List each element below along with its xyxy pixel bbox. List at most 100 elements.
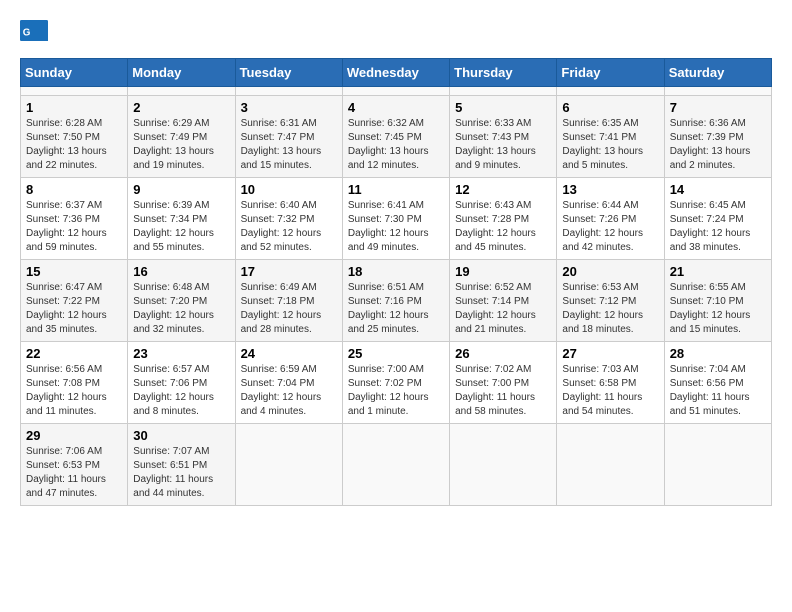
calendar-cell: 26 Sunrise: 7:02 AMSunset: 7:00 PMDayligh… [450, 342, 557, 424]
day-number: 15 [26, 264, 122, 279]
day-detail: Sunrise: 7:07 AMSunset: 6:51 PMDaylight:… [133, 445, 229, 501]
day-number: 8 [26, 182, 122, 197]
calendar-cell: 22 Sunrise: 6:56 AMSunset: 7:08 PMDayligh… [21, 342, 128, 424]
day-number: 1 [26, 100, 122, 115]
day-header-saturday: Saturday [664, 59, 771, 87]
calendar-week-row: 29 Sunrise: 7:06 AMSunset: 6:53 PMDayligh… [21, 424, 772, 506]
calendar-cell [664, 87, 771, 96]
calendar-cell: 19 Sunrise: 6:52 AMSunset: 7:14 PMDayligh… [450, 260, 557, 342]
calendar-cell: 25Sunrise: 7:00 AMSunset: 7:02 PMDayligh… [342, 342, 449, 424]
calendar-week-row [21, 87, 772, 96]
day-number: 13 [562, 182, 658, 197]
logo: G [20, 20, 52, 48]
day-detail: Sunrise: 7:02 AMSunset: 7:00 PMDaylight:… [455, 363, 551, 419]
day-number: 16 [133, 264, 229, 279]
calendar-cell: 9 Sunrise: 6:39 AMSunset: 7:34 PMDaylight… [128, 178, 235, 260]
calendar-cell [557, 424, 664, 506]
day-number: 10 [241, 182, 337, 197]
day-detail: Sunrise: 6:41 AMSunset: 7:30 PMDaylight:… [348, 199, 444, 255]
calendar-cell: 7 Sunrise: 6:36 AMSunset: 7:39 PMDaylight… [664, 96, 771, 178]
day-detail: Sunrise: 6:40 AMSunset: 7:32 PMDaylight:… [241, 199, 337, 255]
calendar-cell: 11 Sunrise: 6:41 AMSunset: 7:30 PMDayligh… [342, 178, 449, 260]
day-detail: Sunrise: 6:29 AMSunset: 7:49 PMDaylight:… [133, 117, 229, 173]
day-header-wednesday: Wednesday [342, 59, 449, 87]
day-detail: Sunrise: 6:48 AMSunset: 7:20 PMDaylight:… [133, 281, 229, 337]
day-detail: Sunrise: 6:52 AMSunset: 7:14 PMDaylight:… [455, 281, 551, 337]
calendar-cell: 8 Sunrise: 6:37 AMSunset: 7:36 PMDaylight… [21, 178, 128, 260]
calendar-cell: 30 Sunrise: 7:07 AMSunset: 6:51 PMDayligh… [128, 424, 235, 506]
calendar-cell [342, 424, 449, 506]
calendar-cell [664, 424, 771, 506]
day-number: 20 [562, 264, 658, 279]
calendar-cell: 16 Sunrise: 6:48 AMSunset: 7:20 PMDayligh… [128, 260, 235, 342]
calendar-cell: 27 Sunrise: 7:03 AMSunset: 6:58 PMDayligh… [557, 342, 664, 424]
day-detail: Sunrise: 6:35 AMSunset: 7:41 PMDaylight:… [562, 117, 658, 173]
calendar-cell: 5 Sunrise: 6:33 AMSunset: 7:43 PMDaylight… [450, 96, 557, 178]
calendar-cell: 2Sunrise: 6:29 AMSunset: 7:49 PMDaylight… [128, 96, 235, 178]
day-detail: Sunrise: 7:00 AMSunset: 7:02 PMDaylight:… [348, 363, 444, 419]
day-number: 30 [133, 428, 229, 443]
page-header: G [20, 20, 772, 48]
calendar-cell: 14Sunrise: 6:45 AMSunset: 7:24 PMDayligh… [664, 178, 771, 260]
calendar-cell [235, 87, 342, 96]
day-detail: Sunrise: 6:31 AMSunset: 7:47 PMDaylight:… [241, 117, 337, 173]
day-number: 3 [241, 100, 337, 115]
day-number: 5 [455, 100, 551, 115]
day-number: 11 [348, 182, 444, 197]
calendar-cell: 3 Sunrise: 6:31 AMSunset: 7:47 PMDaylight… [235, 96, 342, 178]
calendar-cell [21, 87, 128, 96]
day-number: 4 [348, 100, 444, 115]
calendar-week-row: 15 Sunrise: 6:47 AMSunset: 7:22 PMDayligh… [21, 260, 772, 342]
calendar-cell [450, 424, 557, 506]
calendar-cell: 20 Sunrise: 6:53 AMSunset: 7:12 PMDayligh… [557, 260, 664, 342]
day-number: 22 [26, 346, 122, 361]
calendar-week-row: 8 Sunrise: 6:37 AMSunset: 7:36 PMDaylight… [21, 178, 772, 260]
day-number: 14 [670, 182, 766, 197]
day-number: 27 [562, 346, 658, 361]
day-detail: Sunrise: 6:37 AMSunset: 7:36 PMDaylight:… [26, 199, 122, 255]
calendar-cell: 13 Sunrise: 6:44 AMSunset: 7:26 PMDayligh… [557, 178, 664, 260]
day-number: 9 [133, 182, 229, 197]
day-detail: Sunrise: 7:03 AMSunset: 6:58 PMDaylight:… [562, 363, 658, 419]
day-number: 12 [455, 182, 551, 197]
day-number: 29 [26, 428, 122, 443]
day-detail: Sunrise: 6:32 AMSunset: 7:45 PMDaylight:… [348, 117, 444, 173]
calendar-cell: 6 Sunrise: 6:35 AMSunset: 7:41 PMDaylight… [557, 96, 664, 178]
day-number: 17 [241, 264, 337, 279]
calendar-cell: 23Sunrise: 6:57 AMSunset: 7:06 PMDayligh… [128, 342, 235, 424]
day-detail: Sunrise: 6:47 AMSunset: 7:22 PMDaylight:… [26, 281, 122, 337]
calendar-week-row: 22 Sunrise: 6:56 AMSunset: 7:08 PMDayligh… [21, 342, 772, 424]
day-detail: Sunrise: 6:43 AMSunset: 7:28 PMDaylight:… [455, 199, 551, 255]
day-number: 6 [562, 100, 658, 115]
day-number: 21 [670, 264, 766, 279]
day-number: 19 [455, 264, 551, 279]
day-detail: Sunrise: 6:39 AMSunset: 7:34 PMDaylight:… [133, 199, 229, 255]
day-header-sunday: Sunday [21, 59, 128, 87]
day-detail: Sunrise: 6:44 AMSunset: 7:26 PMDaylight:… [562, 199, 658, 255]
calendar-cell: 17Sunrise: 6:49 AMSunset: 7:18 PMDayligh… [235, 260, 342, 342]
day-header-monday: Monday [128, 59, 235, 87]
calendar-cell: 1 Sunrise: 6:28 AMSunset: 7:50 PMDaylight… [21, 96, 128, 178]
day-header-tuesday: Tuesday [235, 59, 342, 87]
day-detail: Sunrise: 6:28 AMSunset: 7:50 PMDaylight:… [26, 117, 122, 173]
day-detail: Sunrise: 7:06 AMSunset: 6:53 PMDaylight:… [26, 445, 122, 501]
calendar-cell: 12 Sunrise: 6:43 AMSunset: 7:28 PMDayligh… [450, 178, 557, 260]
calendar-cell: 15 Sunrise: 6:47 AMSunset: 7:22 PMDayligh… [21, 260, 128, 342]
day-detail: Sunrise: 6:51 AMSunset: 7:16 PMDaylight:… [348, 281, 444, 337]
day-detail: Sunrise: 6:56 AMSunset: 7:08 PMDaylight:… [26, 363, 122, 419]
day-detail: Sunrise: 7:04 AMSunset: 6:56 PMDaylight:… [670, 363, 766, 419]
svg-text:G: G [23, 27, 31, 38]
calendar-cell [342, 87, 449, 96]
calendar-cell [557, 87, 664, 96]
calendar-cell: 29 Sunrise: 7:06 AMSunset: 6:53 PMDayligh… [21, 424, 128, 506]
day-detail: Sunrise: 6:33 AMSunset: 7:43 PMDaylight:… [455, 117, 551, 173]
day-number: 7 [670, 100, 766, 115]
day-number: 24 [241, 346, 337, 361]
day-detail: Sunrise: 6:53 AMSunset: 7:12 PMDaylight:… [562, 281, 658, 337]
calendar-cell [235, 424, 342, 506]
calendar-cell: 24Sunrise: 6:59 AMSunset: 7:04 PMDayligh… [235, 342, 342, 424]
day-number: 28 [670, 346, 766, 361]
logo-icon: G [20, 20, 48, 48]
day-detail: Sunrise: 6:36 AMSunset: 7:39 PMDaylight:… [670, 117, 766, 173]
day-number: 26 [455, 346, 551, 361]
